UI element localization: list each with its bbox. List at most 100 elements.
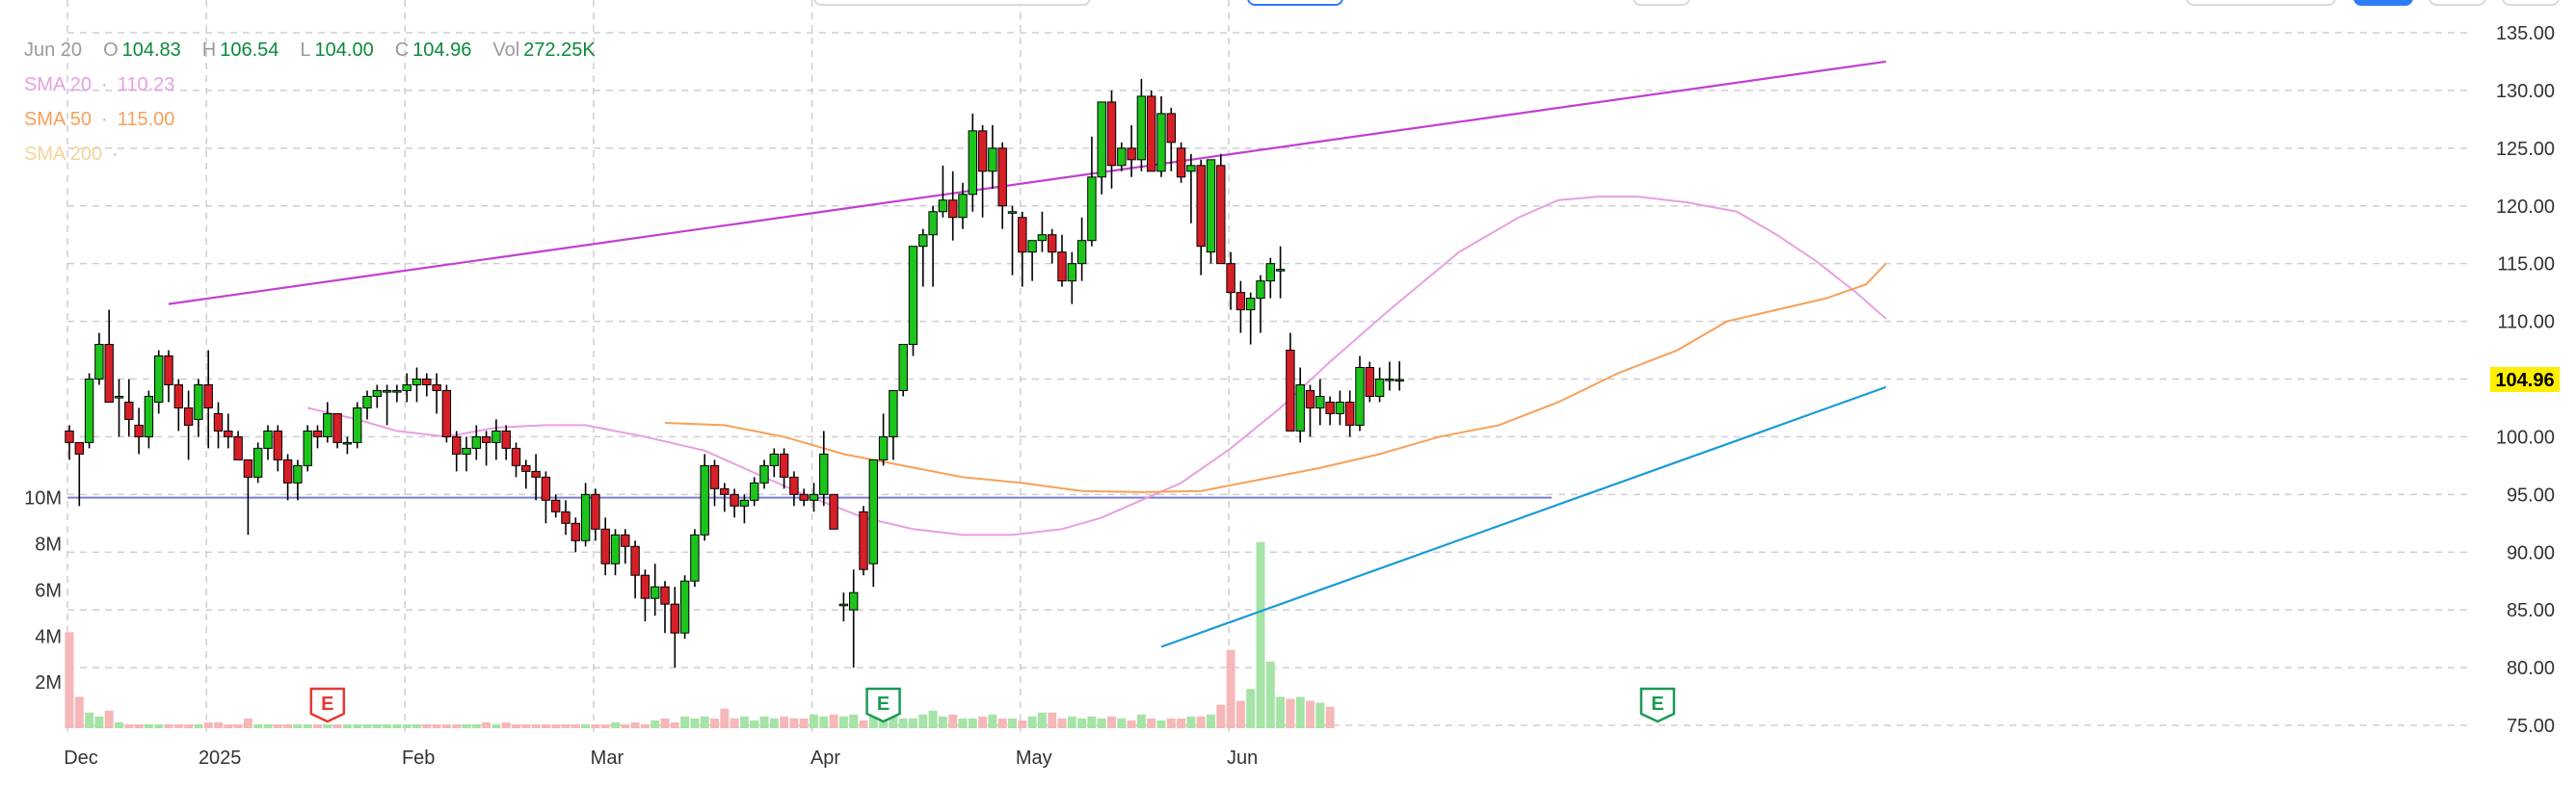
volume-bar — [1226, 649, 1235, 728]
candle-body — [1147, 95, 1156, 172]
y-tick-label: 95.00 — [2507, 485, 2555, 506]
toolbar-button-1[interactable] — [813, 0, 1091, 6]
volume-bar — [1127, 720, 1136, 728]
volume-bar — [1067, 716, 1076, 728]
candle-body — [1186, 165, 1196, 172]
volume-bar — [441, 723, 451, 728]
candle-body — [809, 493, 819, 501]
legend-low-value: 104.00 — [314, 39, 374, 61]
candle-body — [1196, 165, 1206, 248]
volume-bar — [1107, 716, 1116, 728]
candle-body — [1315, 395, 1325, 408]
y-tick-label: 120.00 — [2496, 197, 2555, 218]
earnings-marker[interactable]: E — [1639, 687, 1676, 723]
toolbar-button-2[interactable] — [1247, 0, 1343, 6]
volume-bar — [909, 718, 917, 728]
volume-axis-label: 8M — [35, 535, 62, 556]
legend-close-label: C — [394, 39, 410, 61]
legend-sma200[interactable]: SMA 200 · — [24, 137, 596, 171]
legend-sma50[interactable]: SMA 50 · 115.00 — [24, 102, 596, 137]
legend-sma20[interactable]: SMA 20 · 110.23 — [24, 67, 596, 102]
volume-bar — [164, 723, 173, 728]
ohlc-legend: Jun 20 O 104.83 H 106.54 L 104.00 C 104.96 V… — [24, 33, 596, 67]
candle-body — [481, 435, 491, 443]
candle-body — [968, 130, 977, 196]
toolbar-button-4[interactable] — [2186, 0, 2336, 6]
candle-body — [1166, 113, 1176, 144]
volume-bar — [482, 721, 491, 728]
volume-bar — [1216, 704, 1226, 728]
volume-bar — [1295, 696, 1305, 728]
volume-bar — [780, 716, 789, 728]
candle-body — [759, 464, 769, 484]
candle-body — [382, 389, 392, 393]
toolbar-button-3[interactable] — [1633, 0, 1690, 6]
toolbar-button-7[interactable] — [2502, 0, 2560, 6]
volume-bar — [432, 723, 441, 728]
volume-bar — [1077, 718, 1087, 728]
candle-body — [610, 534, 621, 564]
volume-bar — [690, 718, 700, 728]
candle-body — [730, 493, 739, 507]
candle-body — [1127, 147, 1136, 161]
sma200-label: SMA 200 — [24, 144, 103, 165]
candle-body — [988, 147, 997, 172]
volume-bar — [402, 723, 412, 728]
volume-bar — [224, 723, 233, 728]
stock-chart[interactable]: 135.00130.00125.00120.00115.00110.00105.… — [0, 0, 2576, 787]
candle-body — [1286, 350, 1295, 432]
volume-bar — [1156, 720, 1166, 728]
candle-body — [65, 430, 74, 443]
trendline-lower — [1160, 385, 1887, 648]
candle-body — [164, 355, 173, 385]
candle-body — [1246, 298, 1256, 311]
toolbar-button-6[interactable] — [2429, 0, 2486, 6]
volume-bar — [144, 723, 153, 728]
earnings-marker-label: E — [877, 694, 890, 715]
y-tick-label: 110.00 — [2497, 312, 2555, 333]
candle-body — [1156, 113, 1166, 172]
volume-bar — [194, 723, 203, 728]
volume-axis-label: 4M — [35, 626, 62, 647]
x-tick-label: Mar — [591, 748, 624, 769]
legend-open: O 104.83 — [103, 33, 181, 67]
candle-body — [94, 344, 104, 380]
volume-bar — [710, 718, 719, 728]
candle-body — [134, 424, 144, 437]
y-tick-label: 130.00 — [2496, 81, 2555, 102]
volume-bar — [660, 718, 670, 728]
candle-body — [977, 130, 988, 172]
volume-bar — [1276, 696, 1286, 728]
volume-bar — [581, 723, 591, 728]
candle-body — [1374, 379, 1385, 397]
candle-body — [938, 199, 948, 213]
volume-bar — [203, 721, 213, 728]
candle-body — [1265, 263, 1275, 282]
candle-body — [1385, 379, 1394, 381]
toolbar-button-5[interactable] — [2353, 0, 2413, 6]
candle-body — [1018, 217, 1027, 253]
candle-body — [303, 430, 312, 466]
volume-bar — [293, 723, 303, 728]
volume-bar — [1207, 714, 1215, 728]
candle-body — [630, 545, 640, 576]
volume-bar — [898, 718, 908, 728]
earnings-marker[interactable]: E — [865, 687, 901, 723]
earnings-marker[interactable]: E — [309, 687, 346, 723]
volume-bar — [512, 723, 520, 728]
volume-bar — [1048, 712, 1057, 728]
candle-body — [928, 211, 938, 236]
candle-body — [1365, 367, 1374, 397]
volume-bar — [1136, 714, 1146, 728]
candle-body — [1027, 240, 1037, 253]
candle-body — [1097, 101, 1106, 178]
sma20-sep: · — [101, 74, 108, 95]
legend-open-label: O — [103, 39, 119, 61]
volume-bar — [819, 716, 829, 728]
candle-body — [452, 435, 462, 455]
candle-body — [600, 528, 610, 564]
volume-bar — [928, 710, 938, 728]
candle-body — [720, 487, 730, 495]
candle-body — [471, 435, 482, 449]
x-tick-label: Apr — [810, 748, 840, 769]
